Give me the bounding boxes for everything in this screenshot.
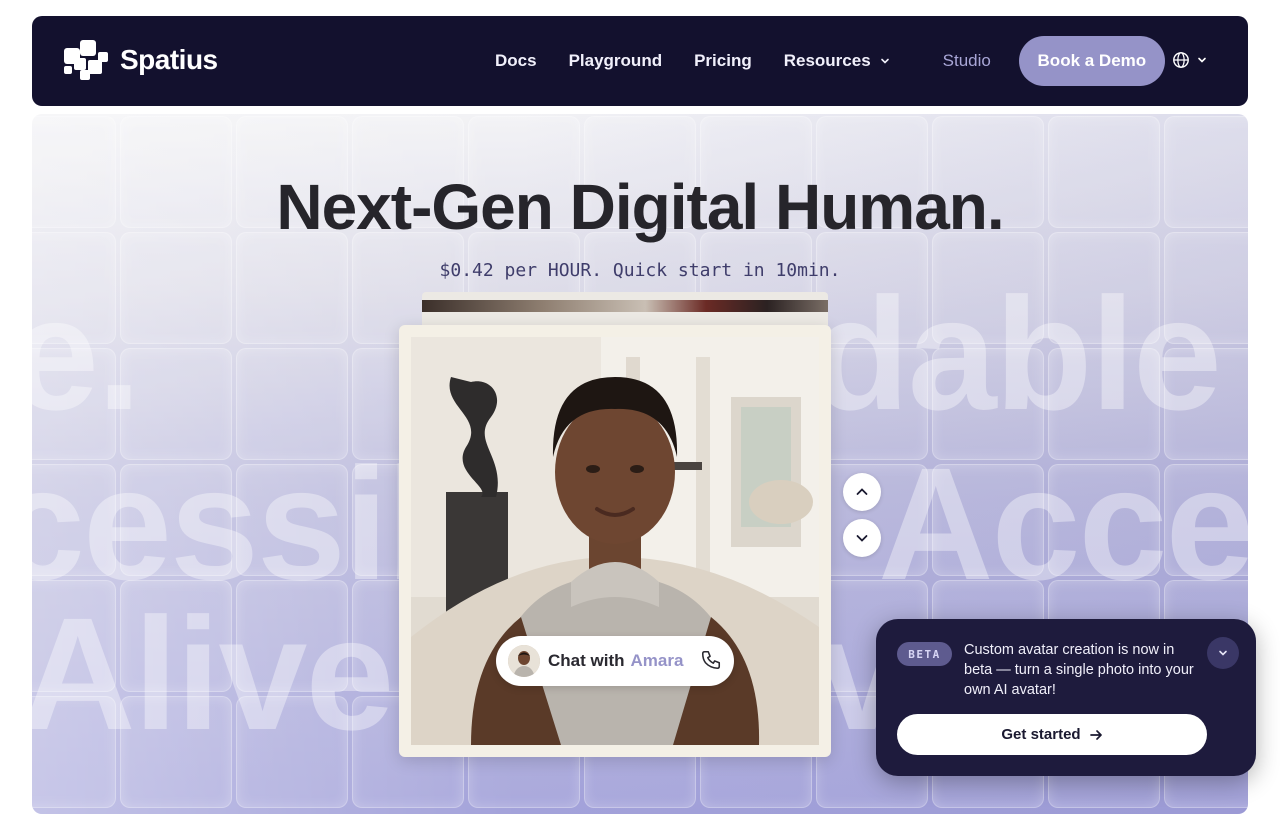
nav-playground[interactable]: Playground	[569, 51, 663, 71]
bg-word: Acce	[878, 434, 1248, 613]
scroll-up-button[interactable]	[843, 473, 881, 511]
brand-logo[interactable]: Spatius	[64, 40, 218, 80]
toast-message: Custom avatar creation is now in beta — …	[964, 642, 1194, 698]
nav-resources[interactable]: Resources	[784, 51, 891, 71]
globe-icon	[1173, 52, 1189, 68]
avatar-name: Amara	[630, 651, 684, 670]
toast-collapse-button[interactable]	[1207, 637, 1239, 669]
avatar-video-card[interactable]: Chat with Amara	[399, 325, 831, 757]
bg-word: e.	[32, 264, 141, 443]
bg-word: Alive.	[32, 584, 437, 763]
chevron-down-icon	[1219, 650, 1227, 656]
beta-announcement-toast: BETA Custom avatar creation is now in be…	[876, 619, 1256, 776]
nav-studio[interactable]: Studio	[943, 51, 991, 71]
nav-pricing[interactable]: Pricing	[694, 51, 752, 71]
hero-subtitle: $0.42 per HOUR. Quick start in 10min.	[439, 260, 841, 281]
top-navbar: Spatius Docs Playground Pricing Resource…	[32, 16, 1248, 106]
chat-with-avatar-button[interactable]: Chat with Amara	[496, 636, 734, 686]
chevron-down-icon	[1198, 57, 1206, 63]
chevron-down-icon	[880, 58, 889, 64]
chevron-down-icon	[856, 535, 868, 542]
nav-links: Docs Playground Pricing Resources Studio…	[495, 16, 1165, 106]
chevron-up-icon	[856, 488, 868, 495]
book-demo-button[interactable]: Book a Demo	[1018, 36, 1165, 86]
chat-label: Chat with	[548, 651, 625, 670]
scroll-down-button[interactable]	[843, 519, 881, 557]
beta-badge: BETA	[897, 642, 952, 666]
arrow-right-icon	[1089, 729, 1102, 740]
bg-tile	[236, 232, 348, 344]
nav-resources-label: Resources	[783, 51, 871, 70]
get-started-label: Get started	[1001, 726, 1081, 743]
phone-icon	[701, 650, 721, 670]
hero-title: Next-Gen Digital Human.	[276, 171, 1004, 243]
bg-word: dable	[812, 264, 1222, 443]
nav-docs[interactable]: Docs	[495, 51, 537, 71]
brand-name: Spatius	[120, 44, 218, 75]
avatar-thumbnail	[508, 645, 540, 677]
language-selector[interactable]	[1172, 51, 1208, 69]
get-started-button[interactable]: Get started	[897, 714, 1207, 755]
logo-mark-icon	[64, 40, 108, 80]
